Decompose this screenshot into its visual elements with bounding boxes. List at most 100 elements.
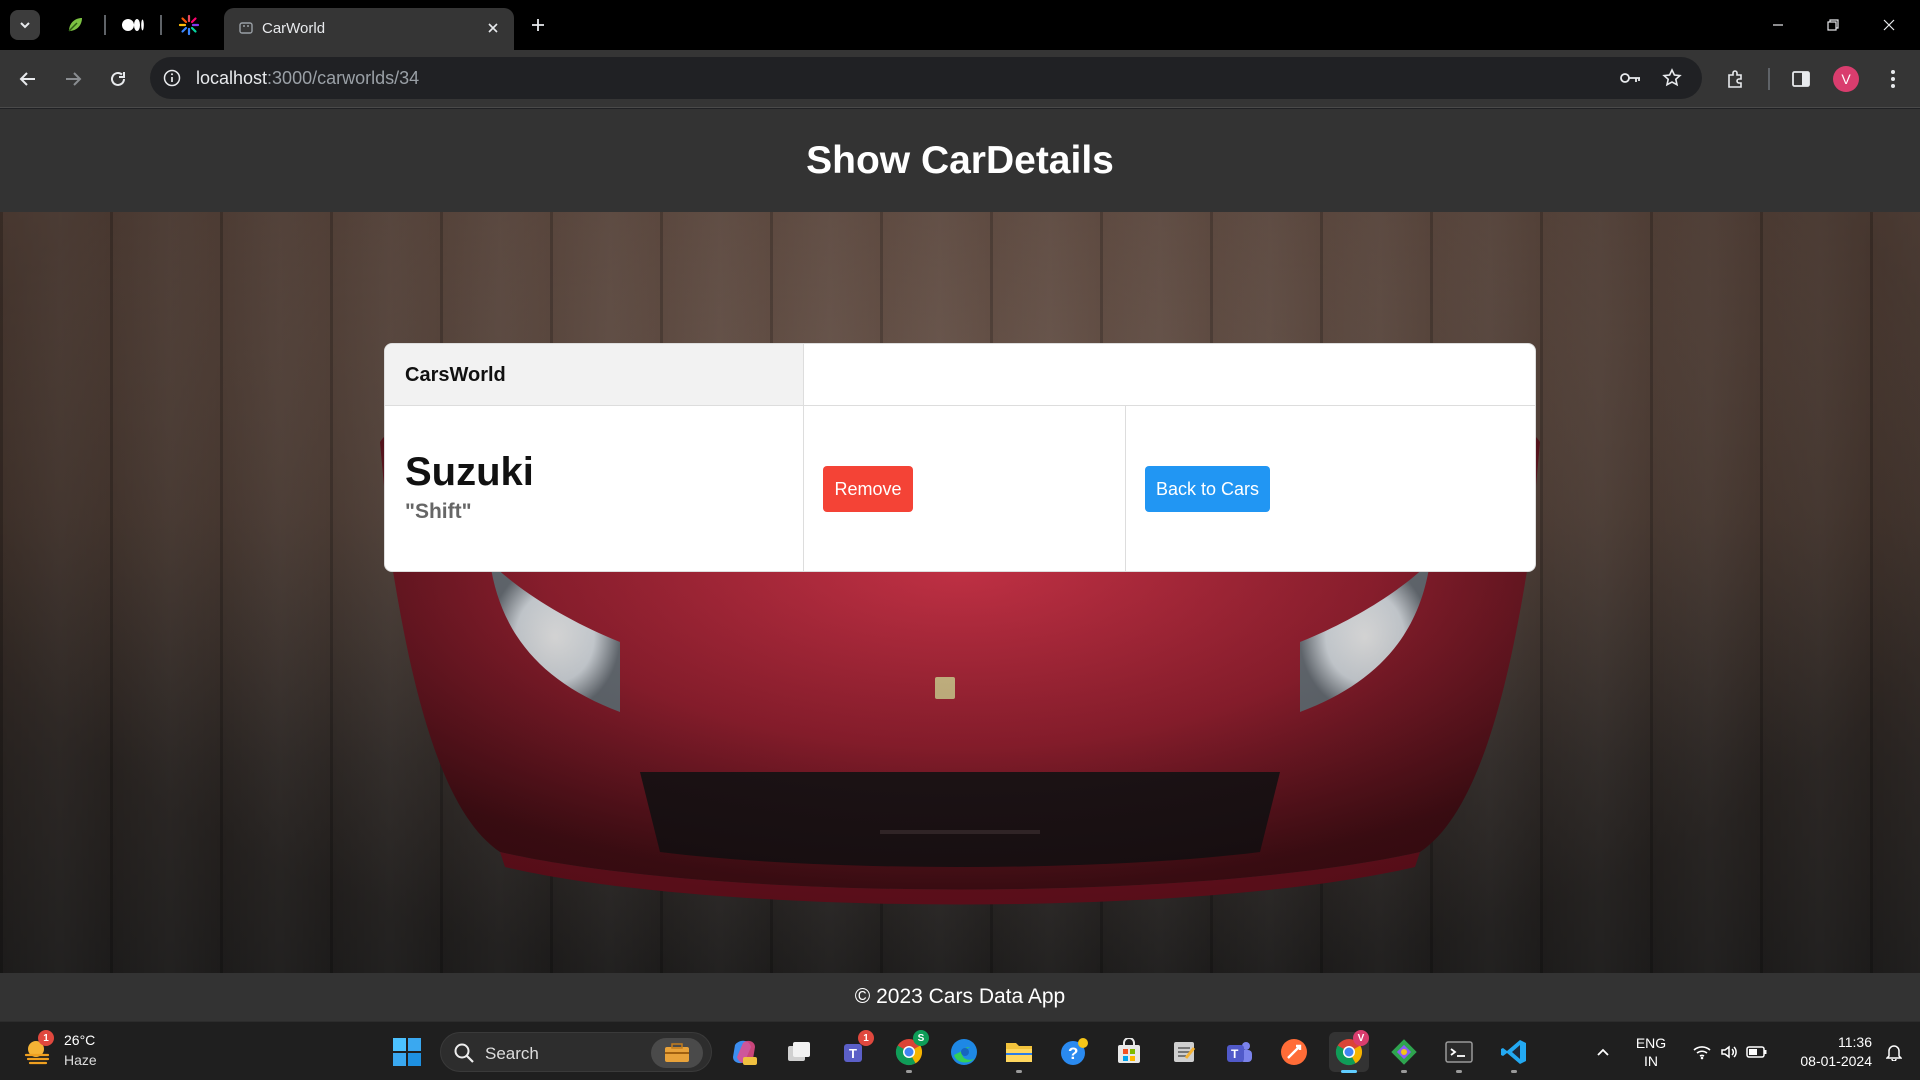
pinned-tab-medium[interactable] [120, 12, 146, 38]
taskbar-notes[interactable] [1164, 1032, 1204, 1072]
password-key-button[interactable] [1619, 66, 1643, 90]
table-header-cell-empty [804, 344, 1535, 406]
table-header-cell: CarsWorld [385, 344, 804, 406]
back-cell: Back to Cars [1126, 406, 1535, 571]
bell-icon [1886, 1044, 1902, 1061]
brand-header: CarsWorld [405, 364, 506, 386]
puzzle-icon [1728, 70, 1742, 88]
close-icon [1883, 19, 1895, 31]
close-icon [488, 23, 498, 33]
weather-condition: Haze [64, 1052, 97, 1068]
search-label: Search [485, 1044, 539, 1063]
tab-title: CarWorld [262, 20, 326, 37]
chrome-profile-badge-s: S [913, 1030, 929, 1046]
clock-time: 11:36 [1838, 1033, 1872, 1050]
chevron-up-icon [1597, 1048, 1609, 1056]
store-icon [1118, 1038, 1140, 1063]
taskbar-terminal[interactable] [1439, 1032, 1479, 1073]
back-to-cars-button[interactable]: Back to Cars [1145, 466, 1270, 512]
page-title: Show CarDetails [806, 138, 1114, 182]
minimize-icon [1773, 24, 1783, 26]
back-button[interactable] [13, 64, 43, 94]
browser-toolbar: localhost:3000/carworlds/34 V [0, 50, 1920, 108]
reload-icon [111, 71, 125, 86]
remove-button[interactable]: Remove [823, 466, 913, 512]
battery-icon [1746, 1045, 1767, 1058]
url-host: localhost [196, 68, 268, 88]
taskbar-task-view[interactable] [779, 1032, 819, 1072]
footer-copyright: © 2023 Cars Data App [854, 985, 1066, 1008]
profile-avatar[interactable]: V [1833, 66, 1859, 92]
taskbar-chrome-profile-s[interactable]: S [889, 1030, 929, 1073]
arrow-right-icon [66, 72, 82, 86]
teams-badge: 1 [858, 1030, 874, 1046]
address-bar[interactable]: localhost:3000/carworlds/34 [150, 57, 1702, 99]
pinned-tab-leaf[interactable] [62, 12, 88, 38]
weather-temperature: 26°C [64, 1032, 96, 1048]
taskbar-search[interactable]: Search [440, 1032, 712, 1072]
search-highlight-widget[interactable] [651, 1038, 703, 1068]
site-info-button[interactable] [160, 66, 184, 90]
key-icon [1620, 73, 1640, 83]
teams-work-icon: T [1227, 1042, 1252, 1062]
quick-settings-button[interactable] [1682, 1022, 1778, 1080]
chrome-profile-badge-v: V [1353, 1030, 1369, 1046]
show-hidden-icons-button[interactable] [1585, 1022, 1621, 1080]
page-footer: © 2023 Cars Data App [0, 973, 1920, 1021]
taskbar-file-explorer[interactable] [999, 1032, 1039, 1073]
copilot-icon [733, 1040, 757, 1065]
clock[interactable]: 11:36 08-01-2024 [1780, 1022, 1872, 1080]
sparkle-icon [178, 14, 200, 36]
vscode-icon [1501, 1040, 1526, 1064]
side-panel-icon [1792, 71, 1810, 87]
tab-close-button[interactable] [482, 17, 504, 39]
restore-button[interactable] [1818, 10, 1848, 40]
region-code: IN [1644, 1052, 1658, 1069]
minimize-button[interactable] [1763, 10, 1793, 40]
start-button[interactable] [387, 1032, 427, 1072]
chevron-down-icon [20, 22, 30, 29]
web-page: Show CarDetails CarsWorld Suzuki "Shift"… [0, 109, 1920, 1021]
reload-button[interactable] [103, 64, 133, 94]
taskbar-teams[interactable]: T 1 [834, 1030, 874, 1072]
remove-cell: Remove [804, 406, 1126, 571]
forward-button[interactable] [58, 64, 88, 94]
taskbar-postman[interactable] [1274, 1032, 1314, 1072]
taskbar-git[interactable] [1384, 1032, 1424, 1073]
side-panel-button[interactable] [1786, 64, 1816, 94]
car-details-table: CarsWorld Suzuki "Shift" Remove Back to … [384, 343, 1536, 572]
close-window-button[interactable] [1874, 10, 1904, 40]
tab-carworld[interactable]: CarWorld [224, 8, 514, 50]
bookmark-star-button[interactable] [1660, 66, 1684, 90]
new-tab-button[interactable] [526, 13, 550, 37]
postman-icon [1281, 1039, 1307, 1065]
language-indicator[interactable]: ENG IN [1626, 1022, 1676, 1080]
taskbar-chrome-profile-v[interactable]: V [1329, 1030, 1369, 1073]
folder-icon [1006, 1043, 1032, 1062]
browser-menu-button[interactable] [1878, 64, 1908, 94]
plus-icon [532, 19, 544, 31]
svg-text:?: ? [1068, 1044, 1078, 1063]
taskbar-vscode[interactable] [1494, 1032, 1534, 1073]
tab-search-button[interactable] [10, 10, 40, 40]
pinned-tab-sparkle[interactable] [176, 12, 202, 38]
url-text[interactable]: localhost:3000/carworlds/34 [196, 68, 419, 89]
toolbar-separator [1768, 68, 1770, 90]
notifications-button[interactable] [1876, 1022, 1912, 1080]
car-model: "Shift" [405, 500, 472, 523]
leaf-icon [68, 18, 82, 32]
git-icon [1391, 1039, 1417, 1065]
info-icon [163, 69, 181, 87]
search-icon [454, 1043, 474, 1063]
taskbar-copilot[interactable] [724, 1032, 764, 1072]
taskbar-store[interactable] [1109, 1032, 1149, 1072]
taskbar-edge[interactable] [944, 1032, 984, 1072]
taskbar-get-help[interactable]: ? [1054, 1032, 1094, 1072]
language-code: ENG [1635, 1034, 1667, 1051]
help-icon: ? [1061, 1038, 1088, 1065]
taskbar-teams-work[interactable]: T [1219, 1032, 1259, 1072]
svg-text:T: T [1231, 1047, 1239, 1061]
wifi-icon [1693, 1045, 1711, 1059]
extensions-button[interactable] [1721, 64, 1751, 94]
page-favicon-icon [239, 22, 253, 34]
